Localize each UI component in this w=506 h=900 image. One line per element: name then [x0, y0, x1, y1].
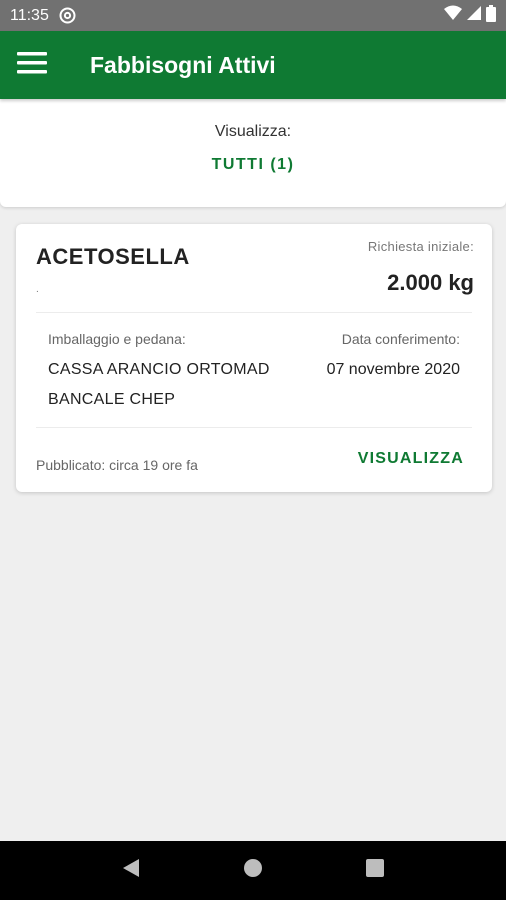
page-title: Fabbisogni Attivi: [90, 51, 276, 78]
packaging-label: Imballaggio e pedana:: [48, 331, 186, 347]
at-sign-icon: [59, 7, 76, 24]
menu-button[interactable]: [2, 31, 62, 99]
product-subtitle: .: [36, 284, 39, 295]
home-button[interactable]: [233, 851, 273, 891]
recents-button[interactable]: [355, 851, 395, 891]
status-time: 11:35: [10, 6, 49, 24]
filter-selector[interactable]: TUTTI (1): [0, 156, 506, 174]
status-bar: 11:35: [0, 0, 506, 31]
signal-icon: [466, 5, 482, 26]
battery-icon: [486, 4, 496, 27]
filter-label: Visualizza:: [214, 123, 292, 140]
packaging-line: BANCALE CHEP: [48, 391, 176, 408]
date-label: Data conferimento:: [341, 331, 460, 347]
requirement-card[interactable]: ACETOSELLA . Richiesta iniziale: 2.000 k…: [16, 224, 492, 492]
back-icon: [122, 858, 140, 883]
view-button[interactable]: VISUALIZZA: [358, 450, 464, 468]
app-bar: Fabbisogni Attivi: [0, 31, 506, 99]
product-name: ACETOSELLA: [36, 244, 190, 269]
status-icons: [444, 4, 496, 27]
divider: [36, 312, 472, 313]
divider: [36, 427, 472, 428]
wifi-icon: [444, 5, 462, 26]
navigation-bar: [0, 841, 506, 900]
home-icon: [243, 858, 263, 883]
packaging-line: CASSA ARANCIO ORTOMAD: [48, 361, 270, 378]
published-text: Pubblicato: circa 19 ore fa: [36, 457, 198, 473]
request-label: Richiesta iniziale:: [367, 239, 474, 254]
filter-panel: Visualizza: TUTTI (1): [0, 99, 506, 207]
request-value: 2.000 kg: [387, 270, 474, 295]
date-value: 07 novembre 2020: [326, 361, 460, 378]
menu-icon: [17, 51, 47, 79]
recents-icon: [366, 859, 384, 882]
back-button[interactable]: [111, 851, 151, 891]
